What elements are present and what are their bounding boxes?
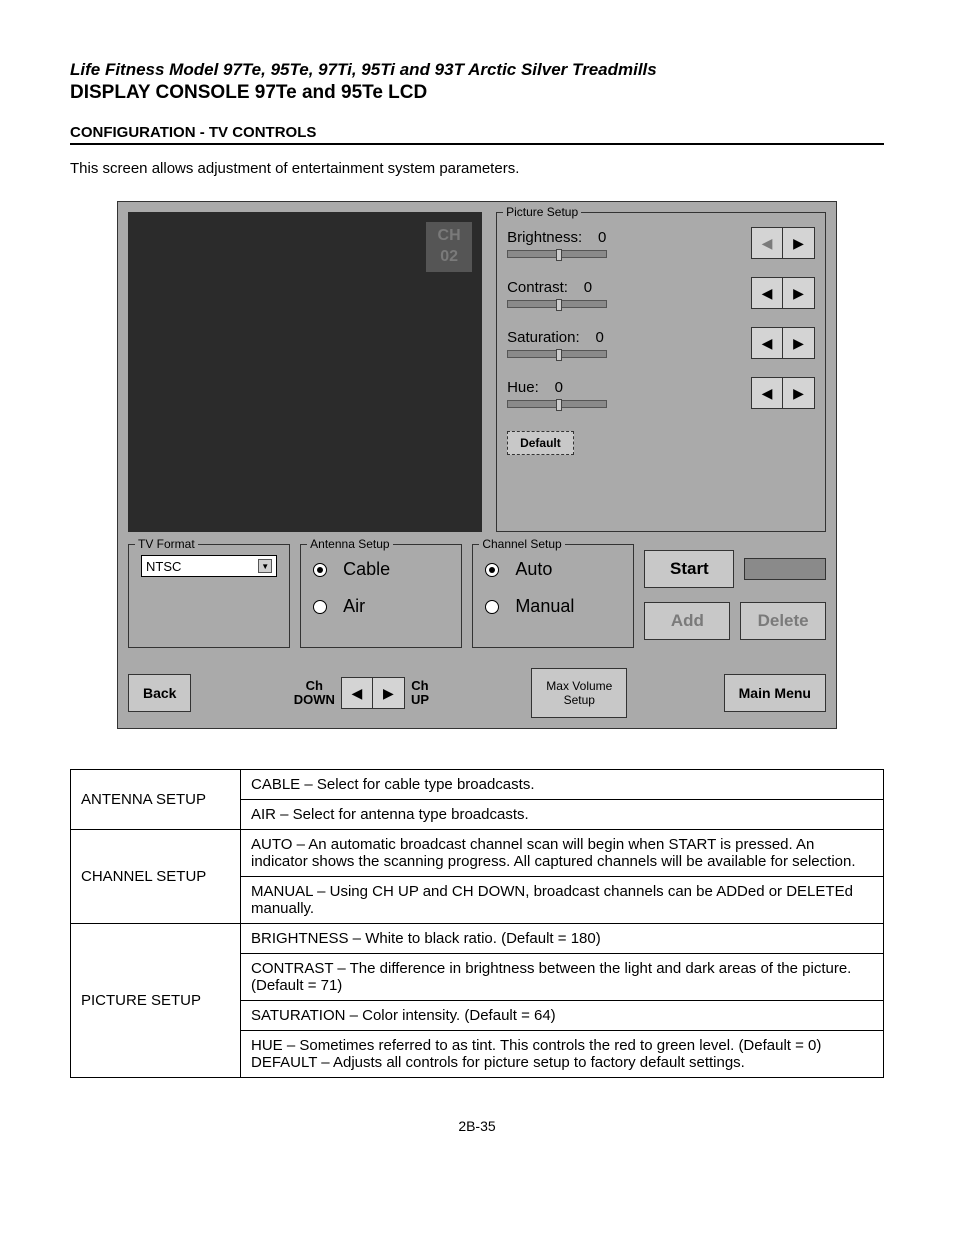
saturation-slider[interactable]: [507, 350, 607, 358]
brightness-value: 0: [586, 229, 606, 246]
table-cell: CONTRAST – The difference in brightness …: [241, 954, 884, 1001]
table-cell: CABLE – Select for cable type broadcasts…: [241, 770, 884, 800]
saturation-increase-button[interactable]: ▶: [783, 327, 815, 359]
page-number: 2B-35: [70, 1118, 884, 1134]
right-arrow-icon: ▶: [793, 235, 804, 252]
table-cell: MANUAL – Using CH UP and CH DOWN, broadc…: [241, 877, 884, 924]
table-row: ANTENNA SETUP CABLE – Select for cable t…: [71, 770, 884, 800]
ch-down-button[interactable]: ◀: [341, 677, 373, 709]
channel-badge: CH 02: [426, 222, 472, 272]
saturation-decrease-button[interactable]: ◀: [751, 327, 783, 359]
right-arrow-icon: ▶: [383, 685, 394, 702]
left-arrow-icon: ◀: [762, 335, 773, 352]
saturation-label: Saturation:: [507, 329, 580, 346]
hue-increase-button[interactable]: ▶: [783, 377, 815, 409]
max-volume-setup-button[interactable]: Max VolumeSetup: [531, 668, 627, 718]
antenna-air-radio[interactable]: [313, 600, 327, 614]
channel-auto-label: Auto: [515, 559, 552, 580]
ch-up-label: ChUP: [411, 679, 429, 708]
add-button[interactable]: Add: [644, 602, 730, 640]
brightness-decrease-button[interactable]: ◀: [751, 227, 783, 259]
channel-badge-value: 02: [440, 248, 458, 265]
channel-setup-legend: Channel Setup: [479, 537, 564, 551]
ch-up-button[interactable]: ▶: [373, 677, 405, 709]
chevron-down-icon: ▼: [258, 559, 272, 573]
antenna-cable-label: Cable: [343, 559, 390, 580]
section-header: CONFIGURATION - TV CONTROLS: [70, 124, 884, 145]
channel-auto-radio[interactable]: [485, 563, 499, 577]
tv-format-legend: TV Format: [135, 537, 198, 551]
brightness-label: Brightness:: [507, 229, 582, 246]
channel-manual-label: Manual: [515, 596, 574, 617]
left-arrow-icon: ◀: [352, 685, 363, 702]
model-line: Life Fitness Model 97Te, 95Te, 97Ti, 95T…: [70, 60, 884, 80]
row-head: PICTURE SETUP: [71, 924, 241, 1078]
ch-down-label: ChDOWN: [294, 679, 335, 708]
scan-progress: [744, 558, 826, 580]
tv-format-group: TV Format NTSC ▼: [128, 544, 290, 648]
left-arrow-icon: ◀: [762, 385, 773, 402]
channel-manual-radio[interactable]: [485, 600, 499, 614]
delete-button[interactable]: Delete: [740, 602, 826, 640]
row-head: ANTENNA SETUP: [71, 770, 241, 830]
page-title: DISPLAY CONSOLE 97Te and 95Te LCD: [70, 82, 884, 104]
saturation-value: 0: [584, 329, 604, 346]
contrast-decrease-button[interactable]: ◀: [751, 277, 783, 309]
table-row: PICTURE SETUP BRIGHTNESS – White to blac…: [71, 924, 884, 954]
start-button[interactable]: Start: [644, 550, 734, 588]
right-arrow-icon: ▶: [793, 335, 804, 352]
picture-setup-legend: Picture Setup: [503, 205, 581, 219]
contrast-value: 0: [572, 279, 592, 296]
left-arrow-icon: ◀: [762, 285, 773, 302]
channel-badge-label: CH: [438, 227, 461, 244]
picture-setup-group: Picture Setup Brightness: 0 ◀ ▶ Contrast…: [496, 212, 826, 532]
antenna-setup-legend: Antenna Setup: [307, 537, 392, 551]
definitions-table: ANTENNA SETUP CABLE – Select for cable t…: [70, 769, 884, 1078]
hue-value: 0: [543, 379, 563, 396]
table-cell: SATURATION – Color intensity. (Default =…: [241, 1001, 884, 1031]
tv-controls-panel: CH 02 Picture Setup Brightness: 0 ◀ ▶ Co: [117, 201, 837, 729]
back-button[interactable]: Back: [128, 674, 191, 712]
antenna-cable-radio[interactable]: [313, 563, 327, 577]
brightness-increase-button[interactable]: ▶: [783, 227, 815, 259]
right-arrow-icon: ▶: [793, 385, 804, 402]
hue-label: Hue:: [507, 379, 539, 396]
right-arrow-icon: ▶: [793, 285, 804, 302]
antenna-setup-group: Antenna Setup Cable Air: [300, 544, 462, 648]
antenna-air-label: Air: [343, 596, 365, 617]
tv-format-value: NTSC: [146, 559, 181, 574]
table-cell: BRIGHTNESS – White to black ratio. (Defa…: [241, 924, 884, 954]
row-head: CHANNEL SETUP: [71, 830, 241, 924]
table-cell: AIR – Select for antenna type broadcasts…: [241, 800, 884, 830]
channel-setup-group: Channel Setup Auto Manual: [472, 544, 634, 648]
hue-slider[interactable]: [507, 400, 607, 408]
contrast-increase-button[interactable]: ▶: [783, 277, 815, 309]
contrast-label: Contrast:: [507, 279, 568, 296]
default-button[interactable]: Default: [507, 431, 574, 455]
main-menu-button[interactable]: Main Menu: [724, 674, 826, 712]
table-cell: AUTO – An automatic broadcast channel sc…: [241, 830, 884, 877]
hue-decrease-button[interactable]: ◀: [751, 377, 783, 409]
tv-format-select[interactable]: NTSC ▼: [141, 555, 277, 577]
intro-text: This screen allows adjustment of enterta…: [70, 160, 884, 177]
table-cell: HUE – Sometimes referred to as tint. Thi…: [241, 1031, 884, 1078]
brightness-slider[interactable]: [507, 250, 607, 258]
left-arrow-icon: ◀: [762, 235, 773, 252]
contrast-slider[interactable]: [507, 300, 607, 308]
table-row: CHANNEL SETUP AUTO – An automatic broadc…: [71, 830, 884, 877]
